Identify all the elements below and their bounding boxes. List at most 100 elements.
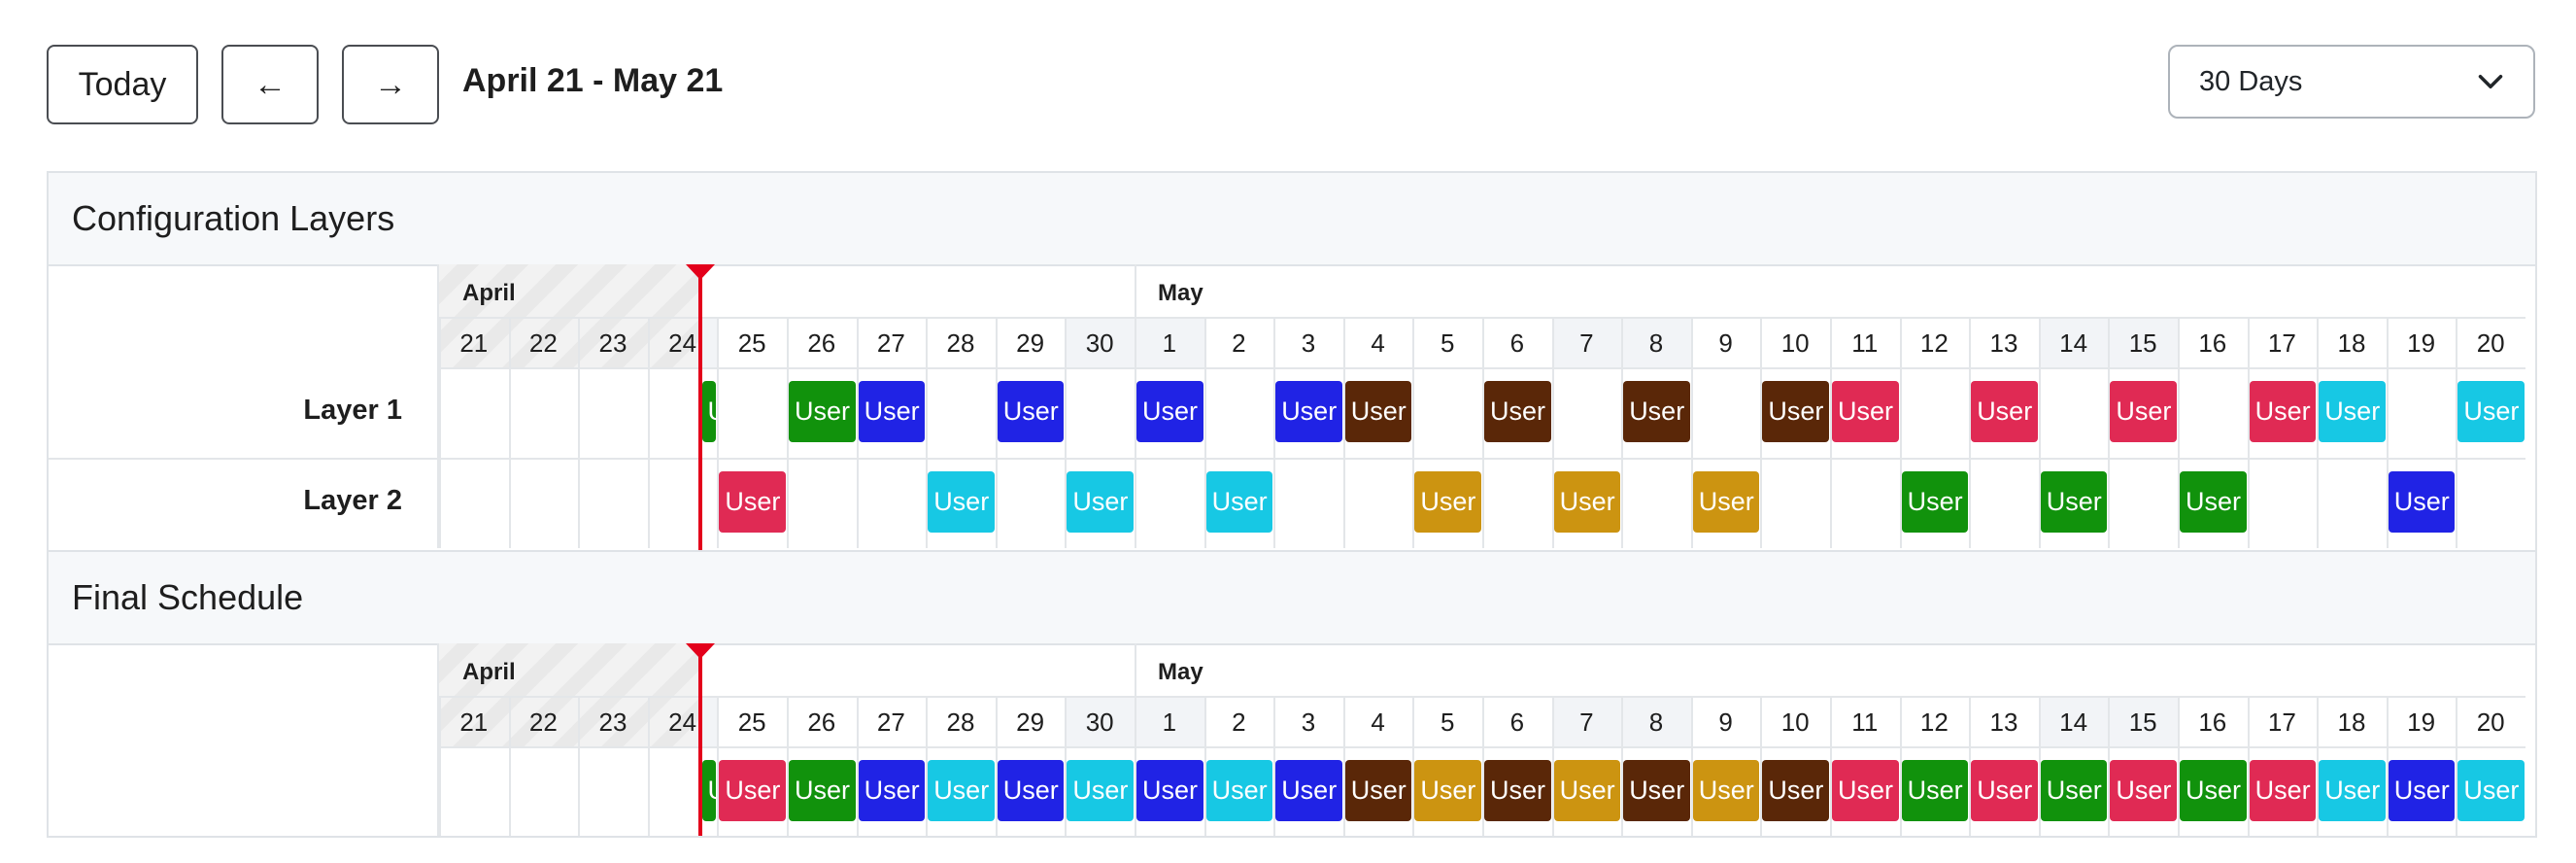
day-gridline bbox=[439, 696, 441, 836]
shift-block[interactable]: User 1 bbox=[701, 381, 717, 442]
shift-block[interactable]: User 3 bbox=[1623, 381, 1690, 442]
shift-block[interactable]: User 5 bbox=[1067, 471, 1134, 533]
shift-block[interactable]: User 1 bbox=[701, 760, 717, 821]
shift-block[interactable]: User 5 bbox=[2457, 760, 2525, 821]
day-label: 16 bbox=[2198, 708, 2227, 737]
day-gridline bbox=[647, 696, 650, 836]
shift-block[interactable]: User 3 bbox=[1762, 760, 1829, 821]
day-label: 19 bbox=[2407, 708, 2436, 737]
shift-block[interactable]: User 6 bbox=[1692, 760, 1760, 821]
day-label: 26 bbox=[807, 708, 836, 737]
day-label: 12 bbox=[1919, 708, 1949, 737]
shift-block[interactable]: User 3 bbox=[1484, 760, 1551, 821]
day-label: 6 bbox=[1509, 328, 1525, 358]
shift-block[interactable]: User 6 bbox=[1553, 471, 1621, 533]
shift-block[interactable]: User 4 bbox=[2249, 760, 2317, 821]
day-label: 15 bbox=[2128, 328, 2157, 358]
previous-range-button[interactable]: ← bbox=[221, 45, 319, 124]
shift-block[interactable]: User 1 bbox=[789, 381, 856, 442]
shift-block[interactable]: User 3 bbox=[1484, 381, 1551, 442]
day-gridline bbox=[578, 696, 581, 836]
shift-block[interactable]: User 2 bbox=[1136, 381, 1203, 442]
shift-block[interactable]: User 6 bbox=[1692, 471, 1760, 533]
day-label: 14 bbox=[2059, 328, 2088, 358]
shift-block[interactable]: User 1 bbox=[1901, 760, 1969, 821]
shift-block[interactable]: User 1 bbox=[789, 760, 856, 821]
shift-block[interactable]: User 5 bbox=[2319, 760, 2386, 821]
shift-block[interactable]: User 4 bbox=[2110, 381, 2177, 442]
shift-block[interactable]: User 3 bbox=[1762, 381, 1829, 442]
day-label: 13 bbox=[1989, 708, 2018, 737]
final-schedule-panel: Final Schedule April May 21 22 23 24 25 26 27 28 2… bbox=[47, 550, 2537, 838]
shift-block[interactable]: User 2 bbox=[858, 760, 926, 821]
shift-block[interactable]: User 5 bbox=[1067, 760, 1134, 821]
today-button[interactable]: Today bbox=[47, 45, 198, 124]
shift-block[interactable]: User 5 bbox=[928, 760, 995, 821]
day-label: 21 bbox=[459, 328, 489, 358]
day-label: 6 bbox=[1509, 708, 1525, 737]
shift-block[interactable]: User 6 bbox=[1553, 760, 1621, 821]
shift-block[interactable]: User 5 bbox=[928, 471, 995, 533]
shift-block[interactable]: User 4 bbox=[2110, 760, 2177, 821]
shift-block[interactable]: User 4 bbox=[2249, 381, 2317, 442]
shift-block[interactable]: User 4 bbox=[1971, 760, 2038, 821]
shift-block[interactable]: User 1 bbox=[2040, 760, 2108, 821]
day-label: 7 bbox=[1579, 708, 1594, 737]
day-label: 8 bbox=[1648, 328, 1664, 358]
shift-block[interactable]: User 2 bbox=[997, 760, 1065, 821]
day-label: 20 bbox=[2476, 708, 2505, 737]
range-select[interactable]: 30 Days bbox=[2168, 45, 2535, 119]
shift-block[interactable]: User 3 bbox=[1344, 760, 1412, 821]
row-divider bbox=[49, 458, 2525, 460]
day-gridline bbox=[647, 317, 650, 548]
day-label: 24 bbox=[668, 708, 697, 737]
day-gridline bbox=[508, 696, 511, 836]
shift-block[interactable]: User 4 bbox=[1832, 760, 1899, 821]
month-label-may: May bbox=[1158, 659, 1203, 685]
shift-block[interactable]: User 2 bbox=[997, 381, 1065, 442]
shift-block[interactable]: User 6 bbox=[1414, 760, 1481, 821]
day-label: 30 bbox=[1085, 328, 1114, 358]
day-label: 4 bbox=[1371, 708, 1385, 737]
day-label: 25 bbox=[737, 708, 766, 737]
shift-block[interactable]: User 1 bbox=[1901, 471, 1969, 533]
day-label: 18 bbox=[2337, 328, 2366, 358]
day-gridline bbox=[578, 317, 581, 548]
next-range-button[interactable]: → bbox=[342, 45, 439, 124]
shift-block[interactable]: User 5 bbox=[1205, 471, 1273, 533]
day-label: 2 bbox=[1232, 328, 1246, 358]
shift-block[interactable]: User 2 bbox=[1275, 760, 1342, 821]
day-label: 19 bbox=[2407, 328, 2436, 358]
shift-block[interactable]: User 4 bbox=[1971, 381, 2038, 442]
day-label: 16 bbox=[2198, 328, 2227, 358]
day-label: 17 bbox=[2267, 328, 2296, 358]
shift-block[interactable]: User 3 bbox=[1344, 381, 1412, 442]
month-separator bbox=[1135, 643, 1136, 696]
shift-block[interactable]: User 5 bbox=[1205, 760, 1273, 821]
shift-block[interactable]: User 4 bbox=[719, 760, 786, 821]
shift-block[interactable]: User 1 bbox=[2180, 760, 2247, 821]
shift-block[interactable]: User 5 bbox=[2457, 381, 2525, 442]
shift-block[interactable]: User 3 bbox=[1623, 760, 1690, 821]
shift-block[interactable]: User 2 bbox=[2388, 471, 2456, 533]
header-divider bbox=[439, 746, 2525, 748]
configuration-layers-panel: Configuration Layers April May 21 22 23 24 25 2… bbox=[47, 171, 2537, 554]
day-label: 30 bbox=[1085, 708, 1114, 737]
day-gridline bbox=[439, 317, 441, 548]
chevron-down-icon bbox=[2477, 68, 2504, 95]
shift-block[interactable]: User 2 bbox=[2388, 760, 2456, 821]
day-label: 10 bbox=[1780, 708, 1810, 737]
day-label: 11 bbox=[1851, 328, 1879, 358]
day-label: 5 bbox=[1440, 708, 1455, 737]
shift-block[interactable]: User 2 bbox=[1275, 381, 1342, 442]
shift-block[interactable]: User 2 bbox=[1136, 760, 1203, 821]
day-label: 26 bbox=[807, 328, 836, 358]
shift-block[interactable]: User 1 bbox=[2040, 471, 2108, 533]
shift-block[interactable]: User 2 bbox=[858, 381, 926, 442]
shift-block[interactable]: User 4 bbox=[1832, 381, 1899, 442]
day-label: 24 bbox=[668, 328, 697, 358]
shift-block[interactable]: User 6 bbox=[1414, 471, 1481, 533]
shift-block[interactable]: User 5 bbox=[2319, 381, 2386, 442]
shift-block[interactable]: User 4 bbox=[719, 471, 786, 533]
shift-block[interactable]: User 1 bbox=[2180, 471, 2247, 533]
